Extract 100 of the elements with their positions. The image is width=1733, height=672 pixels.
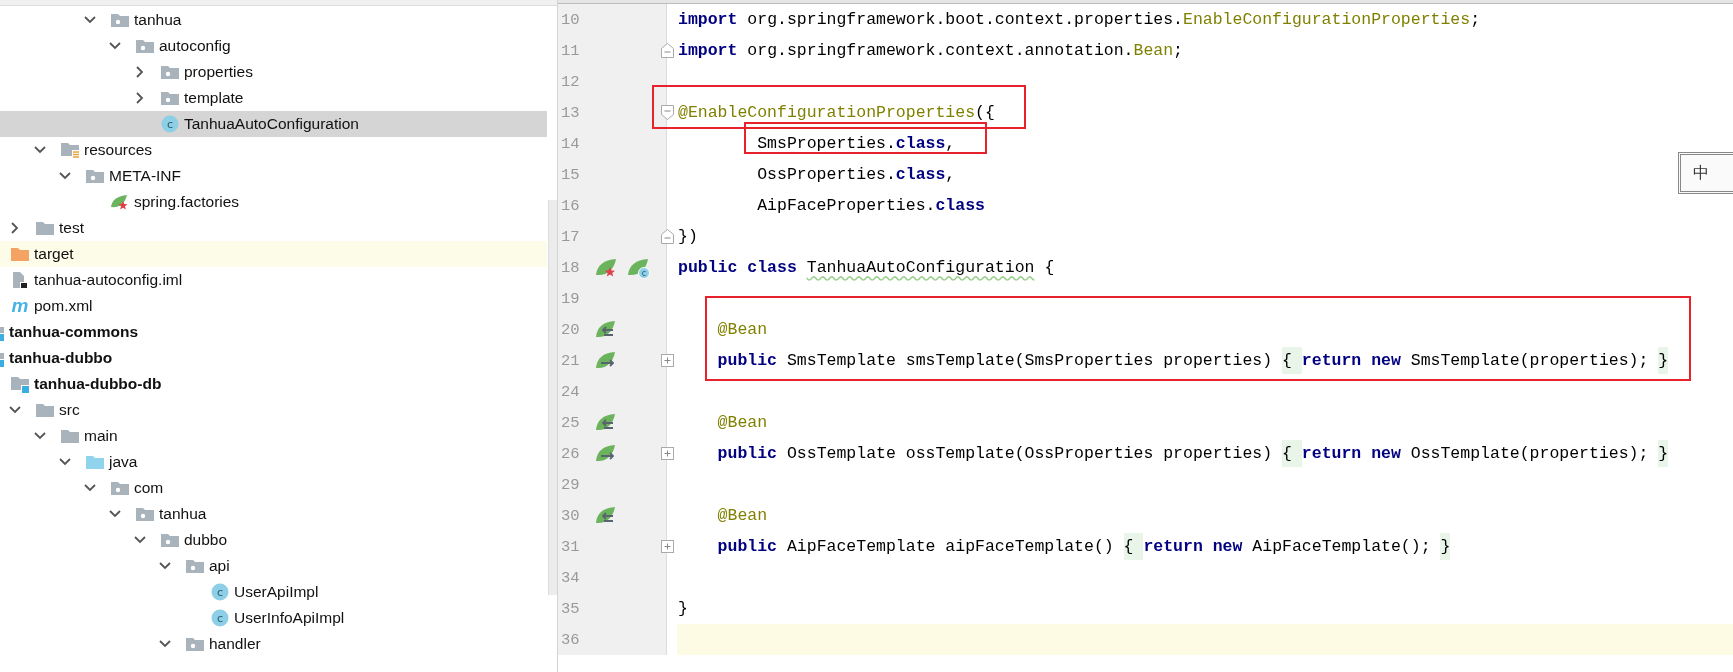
code-annotation: @EnableConfigurationProperties (678, 103, 976, 122)
tree-item[interactable]: tanhua-autoconfig.iml (0, 267, 547, 293)
code-text: ({ (975, 103, 995, 122)
leaf-star-icon[interactable] (595, 256, 619, 279)
tree-item[interactable]: com (0, 475, 547, 501)
code-text: AipFaceTemplate aipFaceTemplate() (785, 537, 1115, 556)
code-text: org.springframework.boot.context.properties. (746, 10, 1183, 29)
folded-code-marker: } (1658, 440, 1669, 467)
tree-item[interactable]: target (0, 241, 547, 267)
class-icon: c (211, 583, 229, 601)
line-number: 13 (560, 103, 581, 122)
line-number: 18 (560, 258, 581, 277)
leaf-arrow-left-icon[interactable] (595, 505, 617, 526)
tree-item[interactable]: tanhua-dubbo (0, 345, 547, 371)
expand-plus-icon[interactable] (661, 354, 674, 367)
tree-item[interactable]: src (0, 397, 547, 423)
code-text: TanhuaAutoConfiguration (806, 258, 1035, 277)
code-text: , (945, 165, 956, 184)
code-text: SmsTemplate smsTemplate(SmsProperties properties) (785, 351, 1274, 370)
tree-item[interactable]: main (0, 423, 547, 449)
tree-item[interactable]: dubbo (0, 527, 547, 553)
maven-icon: m (11, 297, 29, 315)
line-number: 34 (560, 568, 581, 587)
tree-item[interactable]: properties (0, 59, 547, 85)
leaf-arrow-left-icon[interactable] (595, 412, 617, 433)
package-folder-icon (136, 38, 154, 54)
code-keyword: import (678, 41, 738, 60)
tree-item[interactable]: m pom.xml (0, 293, 547, 319)
tree-item[interactable]: tanhua-commons (0, 319, 547, 345)
tree-item[interactable]: tanhua (0, 7, 547, 33)
line-number: 15 (560, 165, 581, 184)
code-text: SmsTemplate(properties); (1409, 351, 1650, 370)
code-keyword: public (716, 351, 778, 370)
line-number: 31 (560, 537, 581, 556)
package-folder-icon (111, 12, 129, 28)
code-keyword: public class (678, 258, 798, 277)
code-text: OssProperties. (756, 165, 896, 184)
code-keyword: public (716, 537, 778, 556)
leaf-arrow-left-icon[interactable] (595, 319, 617, 340)
tree-item[interactable]: META-INF (0, 163, 547, 189)
code-keyword: return new (1301, 444, 1401, 463)
code-text: SmsProperties. (756, 134, 896, 153)
line-number: 14 (560, 134, 581, 153)
package-folder-icon (111, 480, 129, 496)
code-keyword: class (935, 196, 985, 215)
tree-item[interactable]: java (0, 449, 547, 475)
folder-icon (36, 220, 54, 236)
line-number: 20 (560, 320, 581, 339)
package-folder-icon (161, 64, 179, 80)
code-text: { (1043, 258, 1055, 277)
line-number: 29 (560, 475, 581, 494)
line-number: 25 (560, 413, 581, 432)
folder-icon (61, 428, 79, 444)
tree-item[interactable]: handler (0, 631, 547, 657)
leaf-arrow-right-icon[interactable] (595, 350, 617, 371)
tree-item[interactable]: test (0, 215, 547, 241)
code-text: }) (678, 227, 698, 246)
input-method-indicator[interactable]: 中 (1678, 152, 1733, 194)
class-icon: c (161, 115, 179, 133)
tree-item[interactable]: c UserApiImpl (0, 579, 547, 605)
code-text: AipFaceProperties. (756, 196, 936, 215)
expand-plus-icon[interactable] (661, 447, 674, 460)
code-annotation: Bean (1133, 41, 1174, 60)
line-number: 24 (560, 382, 581, 401)
tree-item[interactable]: c TanhuaAutoConfiguration (0, 111, 547, 137)
code-keyword: import (678, 10, 738, 29)
folded-code-marker: } (1440, 533, 1451, 560)
code-keyword: return new (1143, 537, 1243, 556)
tree-item[interactable]: tanhua (0, 501, 547, 527)
package-folder-icon (186, 558, 204, 574)
folder-icon (86, 454, 104, 470)
code-keyword: public (716, 444, 778, 463)
fold-marker-icon[interactable] (661, 105, 674, 120)
tree-item[interactable]: spring.factories (0, 189, 547, 215)
class-icon: c (211, 609, 229, 627)
leaf-arrow-right-icon[interactable] (595, 443, 617, 464)
line-number: 12 (560, 72, 581, 91)
code-text: , (945, 134, 956, 153)
tree-item[interactable]: autoconfig (0, 33, 547, 59)
scrollbar[interactable] (548, 200, 557, 595)
module-folder-icon (11, 375, 29, 393)
tree-item[interactable]: resources (0, 137, 547, 163)
line-number: 35 (560, 599, 581, 618)
code-text: ; (1470, 10, 1481, 29)
tree-item[interactable]: api (0, 553, 547, 579)
tree-item[interactable]: tanhua-dubbo-db (0, 371, 547, 397)
expand-plus-icon[interactable] (661, 540, 674, 553)
resources-folder-icon (61, 141, 79, 159)
folded-code-marker: { (1282, 440, 1302, 467)
package-folder-icon (186, 636, 204, 652)
line-number: 16 (560, 196, 581, 215)
code-keyword: class (895, 134, 946, 153)
line-number: 26 (560, 444, 581, 463)
tree-item[interactable]: c UserInfoApiImpl (0, 605, 547, 631)
tree-item[interactable]: template (0, 85, 547, 111)
line-number: 21 (560, 351, 581, 370)
code-text: OssTemplate(properties); (1409, 444, 1650, 463)
folded-code-marker: { (1123, 533, 1144, 560)
folded-code-marker: { (1282, 347, 1302, 374)
code-text: } (678, 599, 688, 618)
